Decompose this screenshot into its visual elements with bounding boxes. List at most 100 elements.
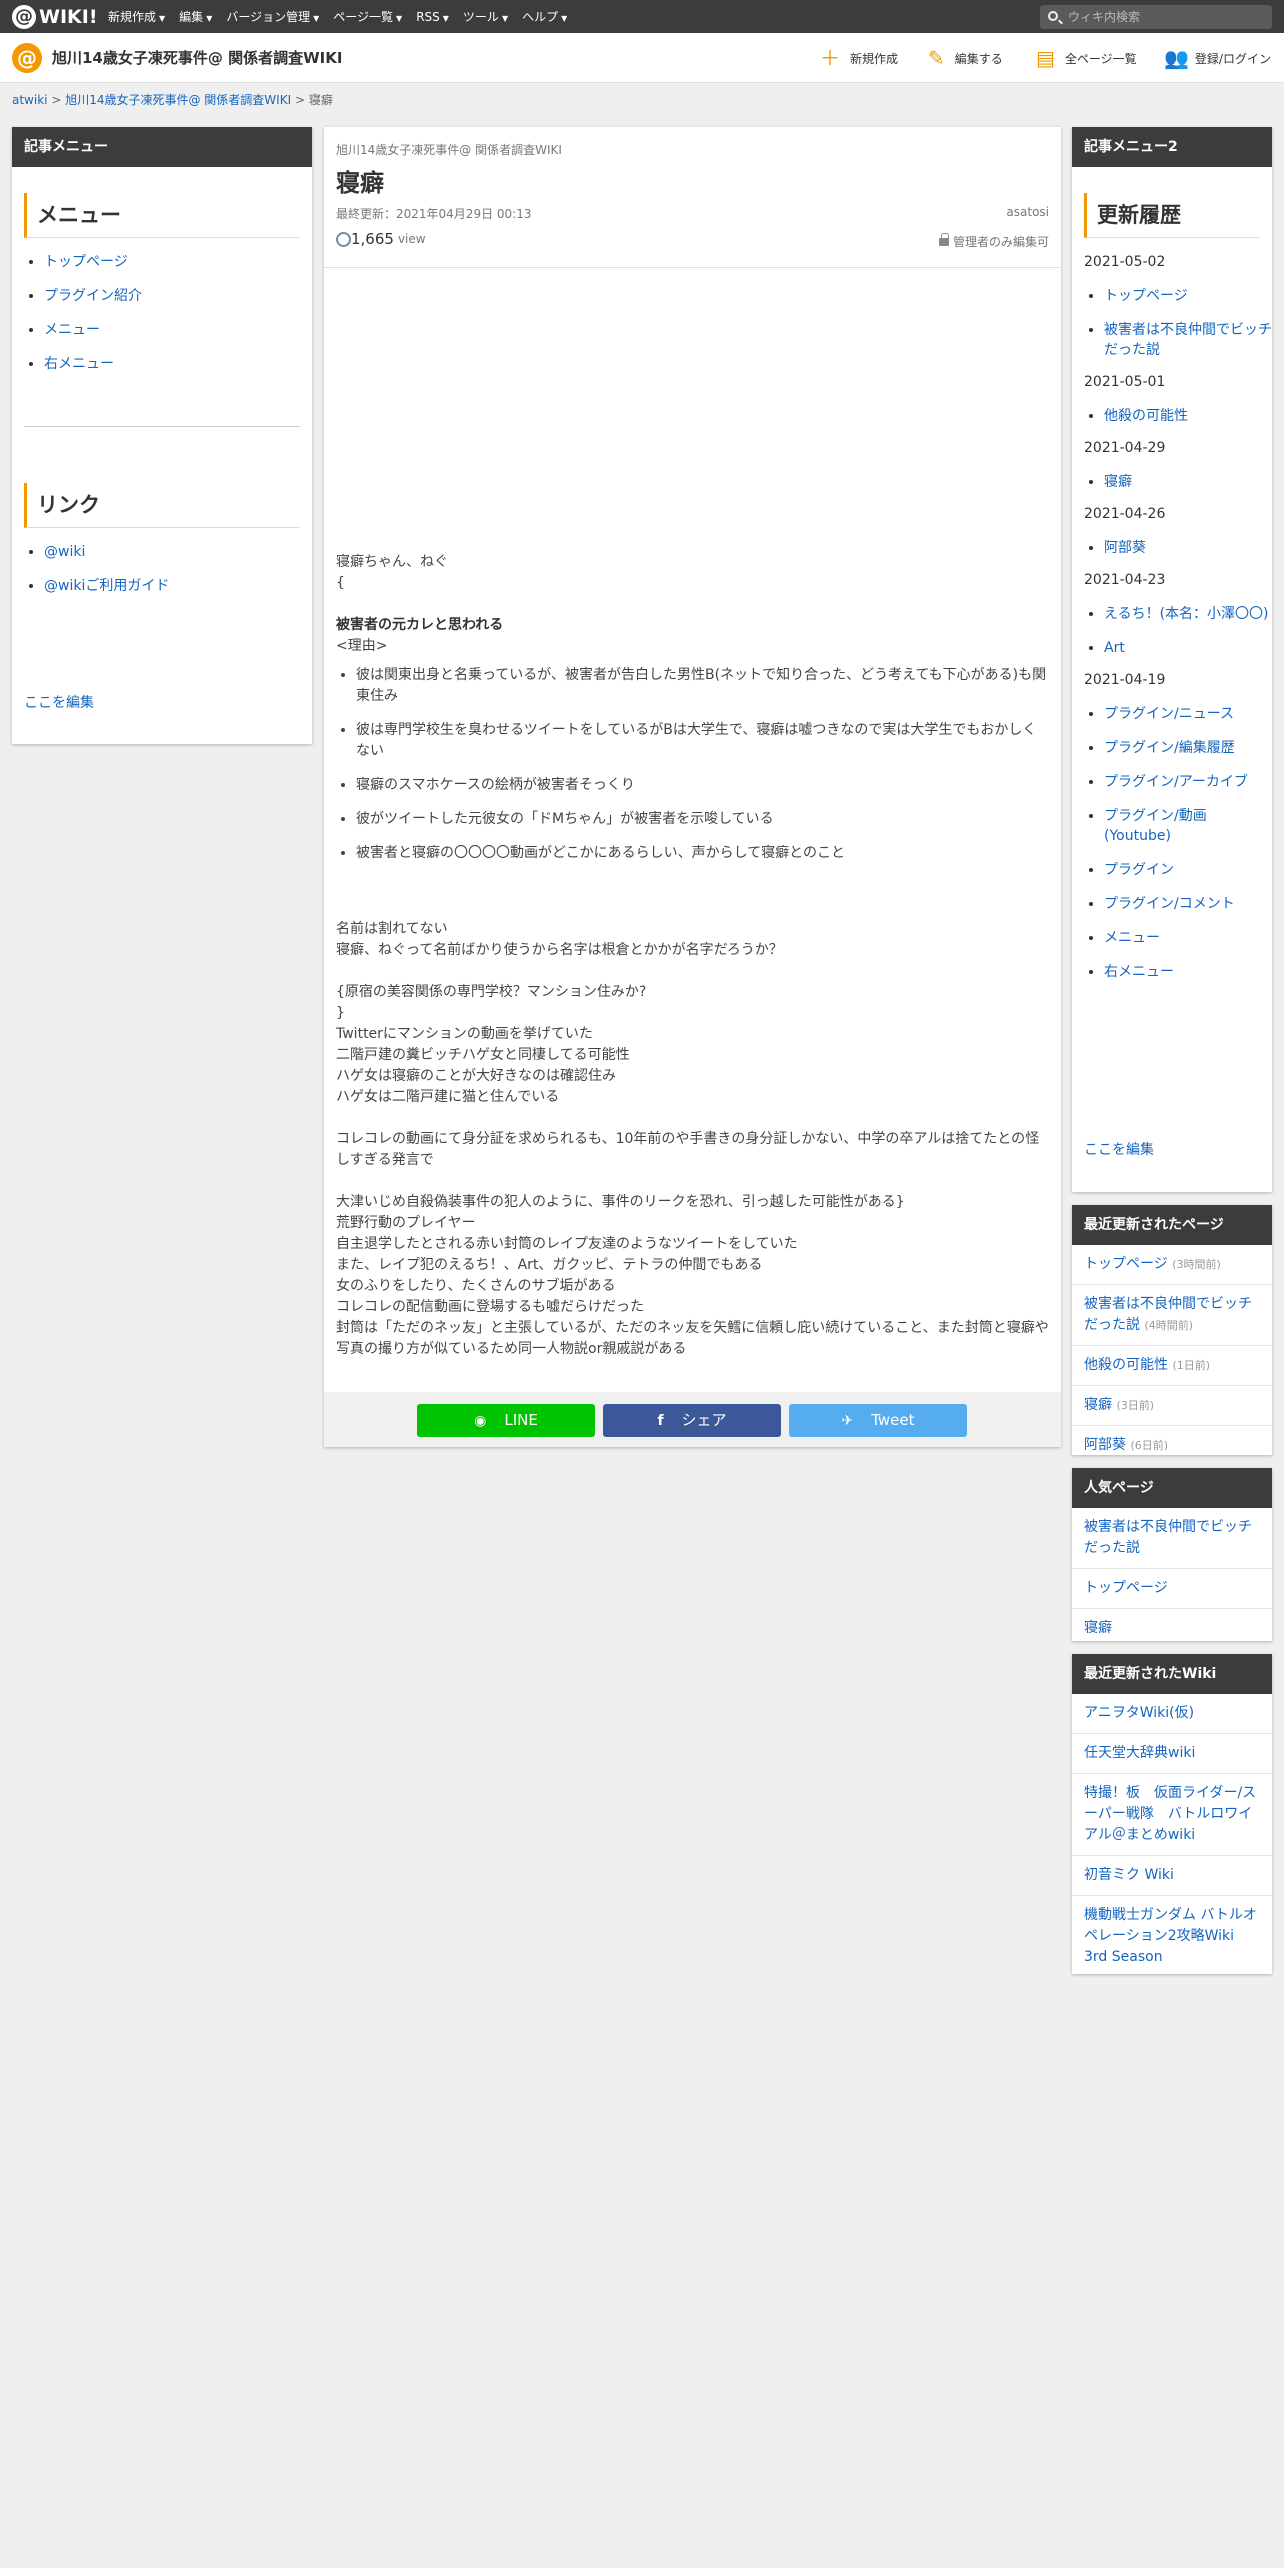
- text-line: [336, 1171, 1049, 1192]
- text-line: <理由>: [336, 638, 388, 654]
- facebook-icon: f: [657, 1413, 664, 1429]
- list-item[interactable]: 寝癖: [1104, 472, 1272, 492]
- lock-note-text: 管理者のみ編集可: [952, 235, 1049, 249]
- list-item[interactable]: 初音ミク Wiki: [1072, 1856, 1272, 1896]
- history-list: 阿部葵: [1072, 538, 1272, 558]
- page-title: 寝癖: [336, 169, 384, 197]
- list-item[interactable]: トップページ: [1104, 286, 1272, 306]
- list-item[interactable]: プラグイン/編集履歴: [1104, 738, 1272, 758]
- recent-pages-head: 最近更新されたページ: [1072, 1205, 1272, 1245]
- text-line: コレコレの動画にて身分証を求められるも、10年前のや手書きの身分証しかない、中学…: [336, 1131, 1040, 1168]
- menu-new[interactable]: 新規作成 ▼: [108, 8, 165, 25]
- list-item[interactable]: メニュー: [1104, 928, 1272, 948]
- recent-wikis-head: 最近更新されたWiki: [1072, 1654, 1272, 1694]
- login-label: 登録/ログイン: [1194, 51, 1271, 66]
- right-menu-box: 記事メニュー2 更新履歴 2021-05-02 トップページ 被害者は不良仲間で…: [1072, 127, 1272, 1192]
- text-line: ハゲ女は寝癖のことが大好きなのは確認住み: [336, 1068, 616, 1084]
- search-input[interactable]: ウィキ内検索: [1040, 5, 1272, 29]
- recent-wikis-box: 最近更新されたWiki アニヲタWiki(仮) 任天堂大辞典wiki 特撮！板 …: [1072, 1654, 1272, 1974]
- caret-down-icon: ▼: [501, 14, 509, 23]
- list-item[interactable]: 機動戦士ガンダム バトルオペレーション2攻略Wiki 3rd Season: [1072, 1896, 1272, 1977]
- text-line: 自主退学したとされる赤い封筒のレイプ友達のようなツイートをしていた: [336, 1236, 798, 1252]
- last-updated: 最終更新：2021年04月29日 00:13: [336, 207, 532, 221]
- list-item[interactable]: 阿部葵: [1104, 538, 1272, 558]
- menu-help[interactable]: ヘルプ ▼: [522, 8, 567, 25]
- list-item[interactable]: @wikiご利用ガイド: [44, 576, 312, 596]
- view-count: 1,665 view: [336, 230, 426, 248]
- list-item[interactable]: トップページ (3時間前): [1072, 1245, 1272, 1285]
- list-item[interactable]: アニヲタWiki(仮): [1072, 1694, 1272, 1734]
- list-item[interactable]: 他殺の可能性: [1104, 406, 1272, 426]
- new-page-label: 新規作成: [850, 51, 899, 66]
- menu-rss[interactable]: RSS ▼: [416, 10, 449, 24]
- list-item[interactable]: 右メニュー: [44, 354, 312, 374]
- line-icon: ◉: [474, 1413, 487, 1429]
- text-line: 二階戸建の糞ビッチハゲ女と同棲してる可能性: [336, 1047, 630, 1063]
- link-list: @wiki @wikiご利用ガイド: [12, 542, 312, 596]
- facebook-share-button[interactable]: f シェア: [603, 1404, 781, 1437]
- breadcrumb: atwiki > 旭川14歳女子凍死事件@ 関係者調査WIKI > 寝癖: [12, 91, 333, 108]
- breadcrumb-wiki[interactable]: 旭川14歳女子凍死事件@ 関係者調査WIKI: [65, 93, 291, 107]
- list-item[interactable]: 右メニュー: [1104, 962, 1272, 982]
- list-item[interactable]: 被害者は不良仲間でビッチだった説 (4時間前): [1072, 1285, 1272, 1346]
- facebook-share-label: シェア: [681, 1411, 727, 1429]
- list-item[interactable]: プラグイン/動画(Youtube): [1104, 806, 1272, 846]
- list-item[interactable]: 寝癖 (3日前): [1072, 1386, 1272, 1426]
- twitter-share-button[interactable]: ✈ Tweet: [789, 1404, 967, 1437]
- list-item[interactable]: @wiki: [44, 542, 312, 562]
- login-button[interactable]: 👥 登録/ログイン: [1164, 47, 1271, 69]
- view-unit: view: [397, 232, 426, 246]
- line-share-button[interactable]: ◉ LINE: [417, 1404, 595, 1437]
- history-list: えるち！(本名：小澤〇〇) Art: [1072, 604, 1272, 658]
- list-item[interactable]: 寝癖: [1072, 1609, 1272, 1648]
- list-item[interactable]: プラグイン/ニュース: [1104, 704, 1272, 724]
- history-date: 2021-04-29: [1084, 440, 1166, 456]
- history-date: 2021-05-01: [1084, 374, 1166, 390]
- list-item[interactable]: メニュー: [44, 320, 312, 340]
- breadcrumb-separator: >: [294, 93, 306, 107]
- twitter-icon: ✈: [841, 1413, 854, 1429]
- view-number: 1,665: [351, 230, 394, 248]
- breadcrumb-current: 寝癖: [308, 93, 333, 107]
- pencil-icon: ✎: [928, 46, 945, 70]
- document-icon: ▤: [1036, 46, 1055, 70]
- edit-left-menu-link[interactable]: ここを編集: [24, 692, 94, 712]
- breadcrumb-separator: >: [51, 93, 62, 107]
- list-item[interactable]: Art: [1104, 638, 1272, 658]
- text-line: {原宿の美容関係の専門学校？マンション住みか?: [336, 984, 647, 1000]
- popular-pages-head: 人気ページ: [1072, 1468, 1272, 1508]
- list-item[interactable]: プラグイン/アーカイブ: [1104, 772, 1272, 792]
- medal-icon: [336, 232, 351, 247]
- list-item[interactable]: 特撮！板 仮面ライダー/スーパー戦隊 バトルロワイアル＠まとめwiki: [1072, 1774, 1272, 1856]
- list-item[interactable]: プラグイン/コメント: [1104, 894, 1272, 914]
- list-item[interactable]: 被害者は不良仲間でビッチだった説: [1072, 1508, 1272, 1569]
- edit-right-menu-link[interactable]: ここを編集: [1084, 1139, 1154, 1159]
- menu-edit[interactable]: 編集 ▼: [179, 8, 212, 25]
- list-item[interactable]: 任天堂大辞典wiki: [1072, 1734, 1272, 1774]
- atwiki-logo[interactable]: @ WIKI!: [12, 4, 97, 29]
- article-wiki-name[interactable]: 旭川14歳女子凍死事件@ 関係者調査WIKI: [336, 141, 562, 158]
- search-icon: [1048, 11, 1058, 21]
- menu-pages[interactable]: ページ一覧 ▼: [333, 8, 402, 25]
- list-item[interactable]: トップページ: [44, 252, 312, 272]
- list-item[interactable]: 被害者は不良仲間でビッチだった説: [1104, 320, 1272, 360]
- breadcrumb-root[interactable]: atwiki: [12, 93, 48, 107]
- all-pages-button[interactable]: ▤ 全ページ一覧: [1036, 47, 1137, 69]
- list-item[interactable]: 阿部葵 (6日前): [1072, 1426, 1272, 1465]
- list-item[interactable]: 他殺の可能性 (1日前): [1072, 1346, 1272, 1386]
- site-title[interactable]: 旭川14歳女子凍死事件@ 関係者調査WIKI: [52, 47, 342, 68]
- edit-page-label: 編集する: [954, 51, 1003, 66]
- list-item[interactable]: えるち！(本名：小澤〇〇): [1104, 604, 1272, 624]
- list-item[interactable]: プラグイン紹介: [44, 286, 312, 306]
- menu-list: トップページ プラグイン紹介 メニュー 右メニュー: [12, 252, 312, 374]
- plus-icon: ＋: [820, 46, 840, 70]
- menu-tools[interactable]: ツール ▼: [463, 8, 508, 25]
- text-line: コレコレの配信動画に登場するも嘘だらけだった: [336, 1299, 644, 1315]
- edit-page-button[interactable]: ✎ 編集する: [928, 47, 1003, 69]
- new-page-button[interactable]: ＋ 新規作成: [820, 47, 898, 69]
- list-item[interactable]: トップページ: [1072, 1569, 1272, 1609]
- list-item[interactable]: プラグイン: [1104, 860, 1272, 880]
- recent-wikis-list: アニヲタWiki(仮) 任天堂大辞典wiki 特撮！板 仮面ライダー/スーパー戦…: [1072, 1694, 1272, 1977]
- site-icon[interactable]: @: [12, 43, 42, 73]
- menu-version[interactable]: バージョン管理 ▼: [226, 8, 319, 25]
